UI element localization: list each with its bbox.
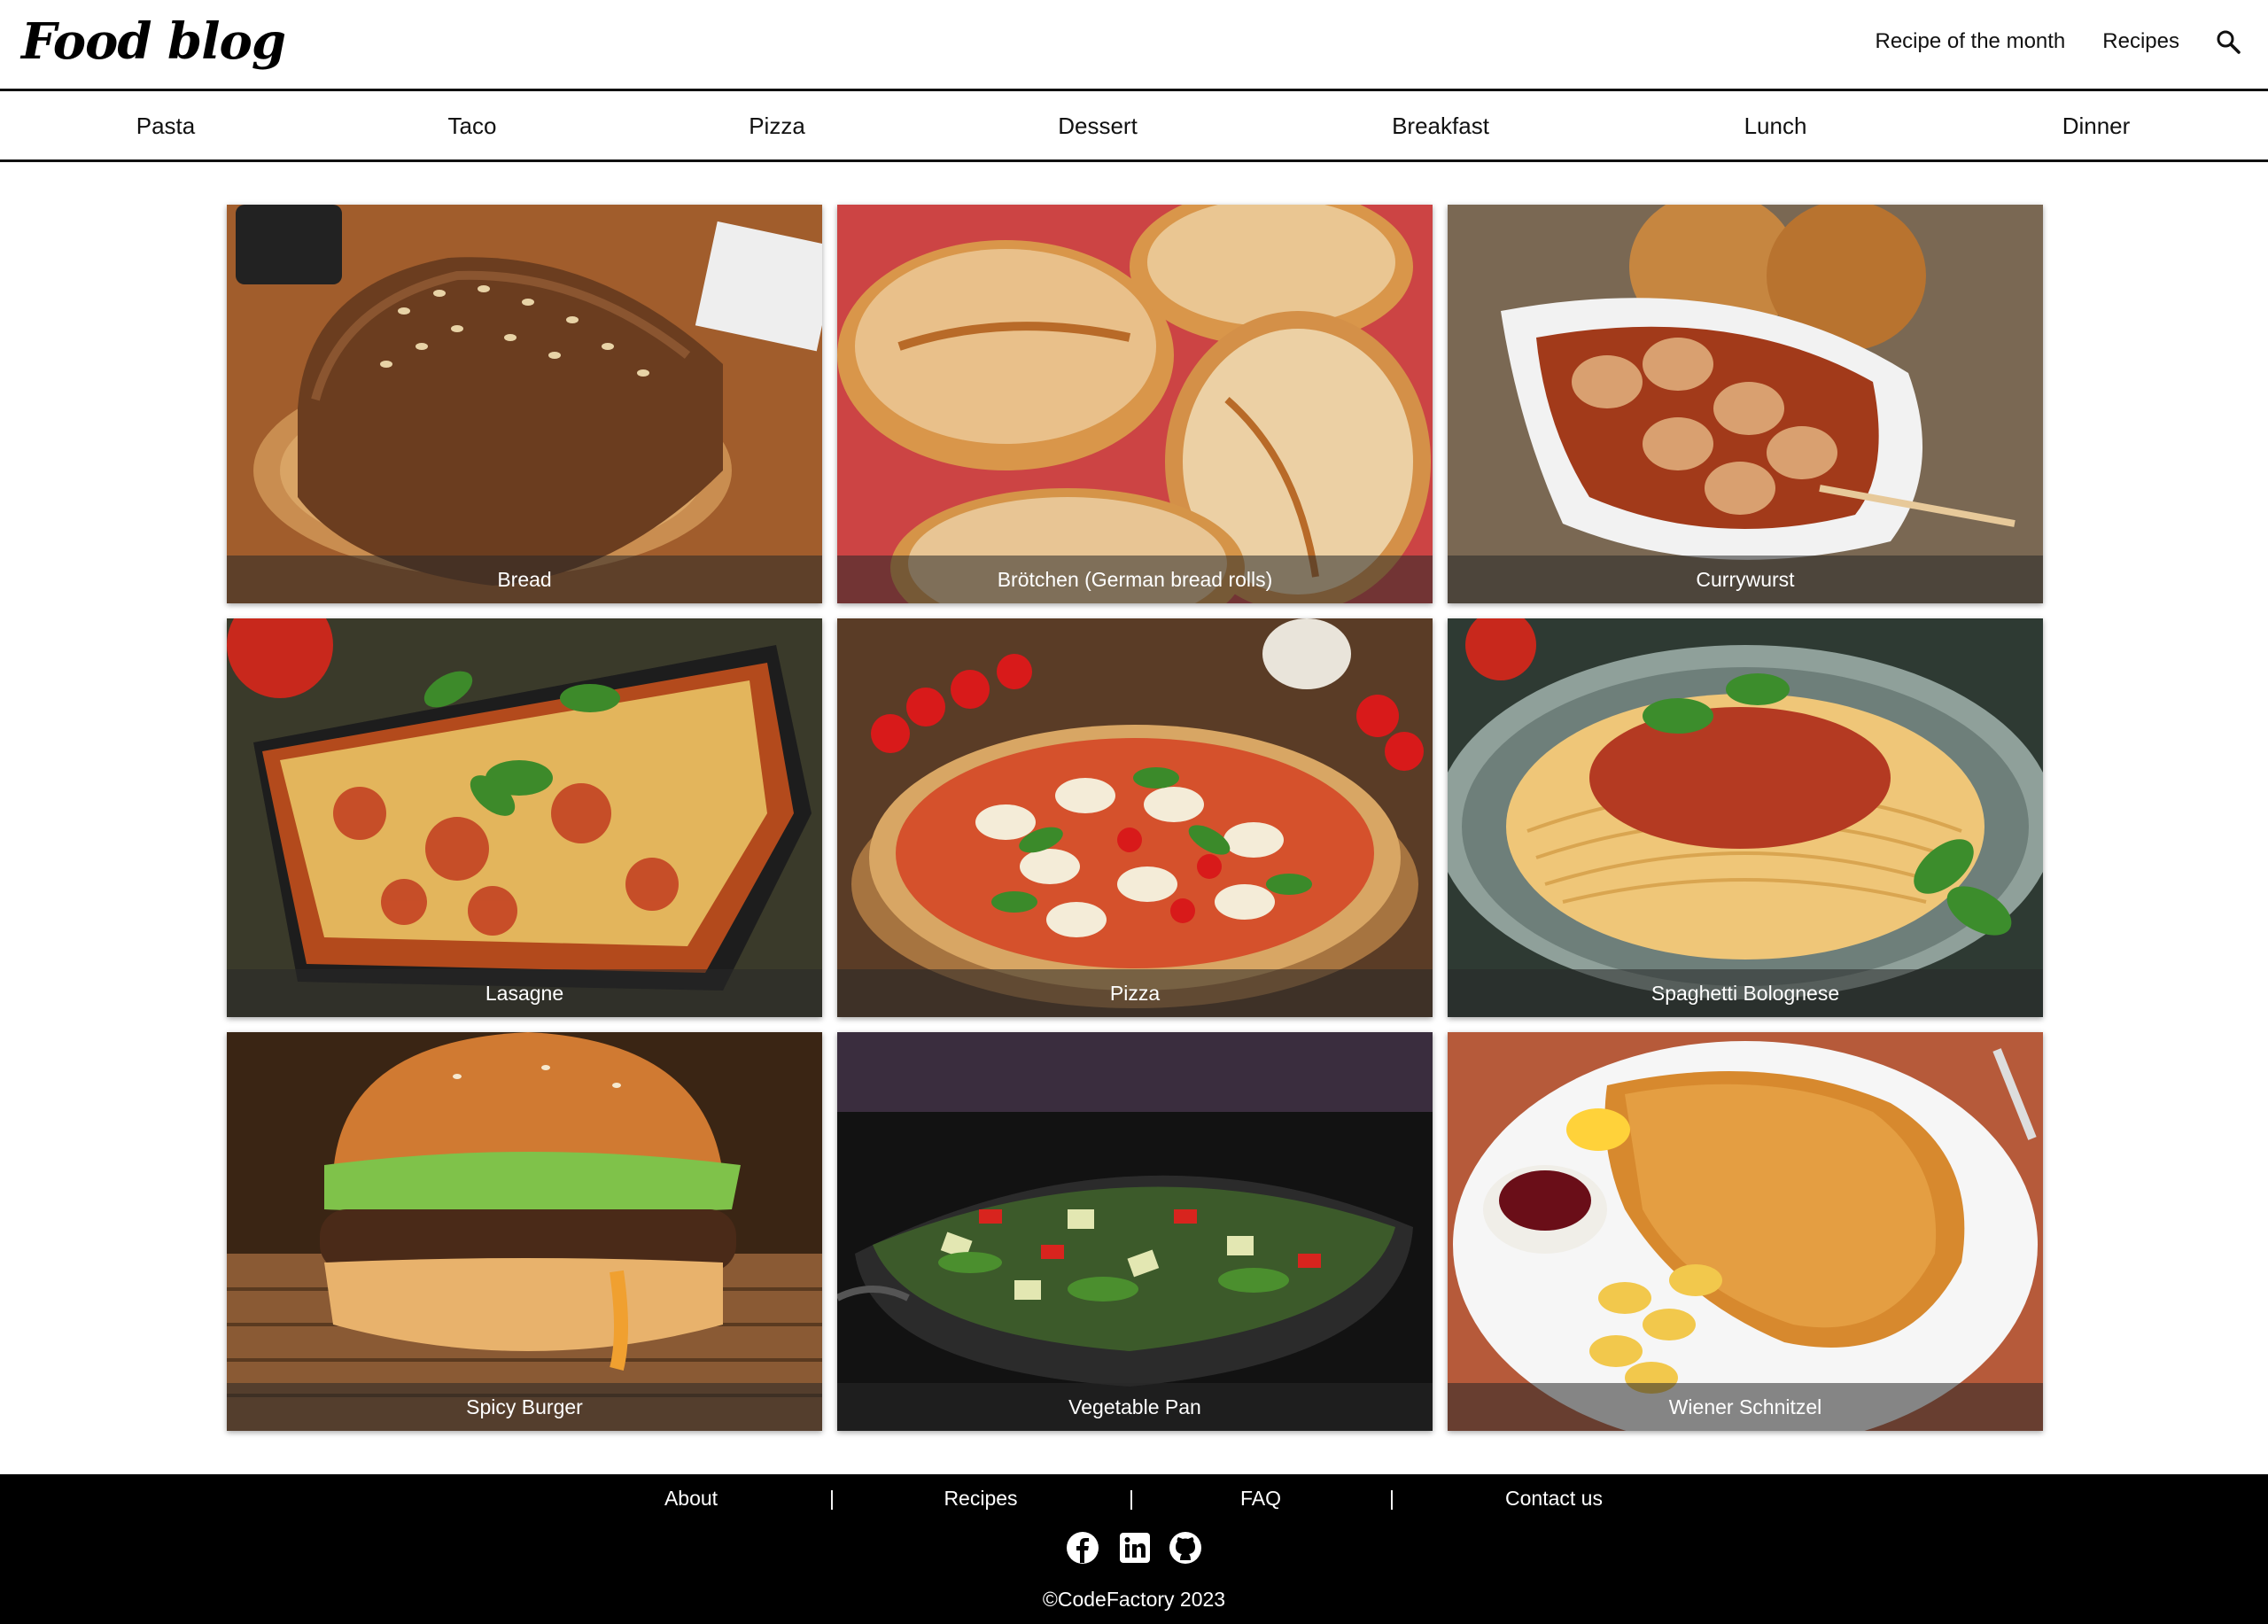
category-dinner[interactable]: Dinner (2062, 113, 2131, 140)
bread-image (227, 205, 822, 603)
recipe-title: Spaghetti Bolognese (1448, 969, 2043, 1017)
recipe-card[interactable]: Wiener Schnitzel (1448, 1032, 2043, 1431)
lasagne-image (227, 618, 822, 1017)
category-pasta[interactable]: Pasta (136, 113, 196, 140)
recipe-title: Vegetable Pan (837, 1383, 1433, 1431)
linkedin-icon[interactable] (1118, 1531, 1152, 1565)
site-header: Food blog Recipe of the month Recipes (0, 0, 2268, 91)
footer-link-contact[interactable]: Contact us (1505, 1487, 1603, 1511)
site-logo[interactable]: Food blog (21, 12, 286, 71)
nav-recipe-of-the-month[interactable]: Recipe of the month (1875, 29, 2065, 54)
recipe-card[interactable]: Spicy Burger (227, 1032, 822, 1431)
footer-link-about[interactable]: About (664, 1487, 718, 1511)
recipe-card[interactable]: Pizza (837, 618, 1433, 1017)
burger-image (227, 1032, 822, 1431)
category-taco[interactable]: Taco (448, 113, 497, 140)
category-nav: Pasta Taco Pizza Dessert Breakfast Lunch… (0, 91, 2268, 162)
spaghetti-image (1448, 618, 2043, 1017)
footer-link-recipes[interactable]: Recipes (944, 1487, 1017, 1511)
currywurst-image (1448, 205, 2043, 603)
broetchen-image (837, 205, 1433, 603)
copyright: ©CodeFactory 2023 (1042, 1588, 1226, 1611)
vegetable-pan-image (837, 1032, 1433, 1431)
recipe-card[interactable]: Currywurst (1448, 205, 2043, 603)
recipe-card[interactable]: Vegetable Pan (837, 1032, 1433, 1431)
pizza-image (837, 618, 1433, 1017)
recipe-grid: Bread Brötchen (German bread rolls) Curr… (227, 205, 2043, 1433)
recipe-title: Wiener Schnitzel (1448, 1383, 2043, 1431)
footer-separator: | (829, 1487, 835, 1510)
category-lunch[interactable]: Lunch (1744, 113, 1807, 140)
facebook-icon[interactable] (1066, 1531, 1099, 1565)
category-dessert[interactable]: Dessert (1058, 113, 1138, 140)
recipe-card[interactable]: Brötchen (German bread rolls) (837, 205, 1433, 603)
recipe-card[interactable]: Spaghetti Bolognese (1448, 618, 2043, 1017)
top-nav: Recipe of the month Recipes (1837, 28, 2241, 55)
site-footer: About | Recipes | FAQ | Contact us ©Code… (0, 1474, 2268, 1624)
search-icon[interactable] (2215, 28, 2241, 55)
footer-separator: | (1389, 1487, 1394, 1510)
recipe-card[interactable]: Lasagne (227, 618, 822, 1017)
nav-recipes[interactable]: Recipes (2102, 29, 2179, 54)
recipe-title: Bread (227, 556, 822, 603)
github-icon[interactable] (1169, 1531, 1202, 1565)
footer-separator: | (1129, 1487, 1134, 1510)
recipe-title: Lasagne (227, 969, 822, 1017)
recipe-title: Currywurst (1448, 556, 2043, 603)
category-breakfast[interactable]: Breakfast (1392, 113, 1489, 140)
recipe-title: Pizza (837, 969, 1433, 1017)
category-pizza[interactable]: Pizza (749, 113, 805, 140)
recipe-title: Spicy Burger (227, 1383, 822, 1431)
recipe-card[interactable]: Bread (227, 205, 822, 603)
schnitzel-image (1448, 1032, 2043, 1431)
recipe-title: Brötchen (German bread rolls) (837, 556, 1433, 603)
footer-link-faq[interactable]: FAQ (1240, 1487, 1281, 1511)
